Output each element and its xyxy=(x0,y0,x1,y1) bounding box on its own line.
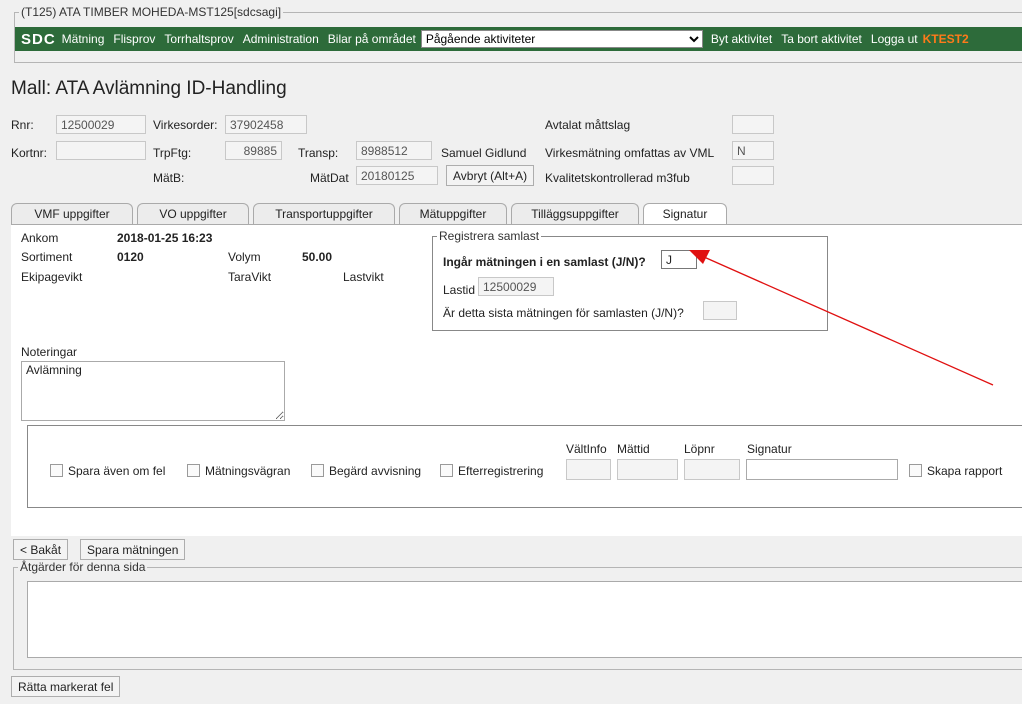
sista-matning-question: Är detta sista mätningen för samlasten (… xyxy=(443,306,684,320)
ankom-label: Ankom xyxy=(21,231,59,245)
tab-signatur[interactable]: Signatur xyxy=(643,203,727,225)
ankom-value: 2018-01-25 16:23 xyxy=(117,231,213,245)
noteringar-label: Noteringar xyxy=(21,345,78,359)
fix-marked-error-button[interactable]: Rätta markerat fel xyxy=(11,676,121,697)
actions-list[interactable] xyxy=(27,581,1022,658)
rnr-label: Rnr: xyxy=(11,118,34,132)
tab-vo-uppgifter[interactable]: VO uppgifter xyxy=(137,203,249,224)
trpftg-label: TrpFtg: xyxy=(153,146,192,160)
checkbox-box xyxy=(440,464,453,477)
vml-label: Virkesmätning omfattas av VML xyxy=(545,146,715,160)
sortiment-label: Sortiment xyxy=(21,250,73,264)
efterregistrering-label: Efterregistrering xyxy=(458,464,544,478)
nav-administration[interactable]: Administration xyxy=(243,32,319,46)
samlast-question: Ingår mätningen i en samlast (J/N)? xyxy=(443,255,646,269)
lastvikt-label: Lastvikt xyxy=(343,270,384,284)
checkbox-box xyxy=(909,464,922,477)
back-button[interactable]: < Bakåt xyxy=(13,539,69,560)
lastid-field[interactable] xyxy=(478,277,554,296)
tab-vmf-uppgifter[interactable]: VMF uppgifter xyxy=(11,203,133,224)
transp-label: Transp: xyxy=(298,146,339,160)
rnr-field[interactable] xyxy=(56,115,146,134)
nav-ta-bort-aktivitet[interactable]: Ta bort aktivitet xyxy=(781,32,862,46)
begard-avvisning-checkbox[interactable]: Begärd avvisning xyxy=(311,464,421,478)
transp-name: Samuel Gidlund xyxy=(441,146,527,160)
matdat-field[interactable] xyxy=(356,166,438,185)
noteringar-textarea[interactable]: Avlämning xyxy=(21,361,285,421)
valtinfo-field[interactable] xyxy=(566,459,611,480)
sortiment-value: 0120 xyxy=(117,250,144,264)
trpftg-field[interactable] xyxy=(225,141,282,160)
env-badge: KTEST2 xyxy=(922,32,969,46)
samlast-answer-field[interactable] xyxy=(661,250,697,269)
tab-transportuppgifter[interactable]: Transportuppgifter xyxy=(253,203,395,224)
nav-bilar-pa-omradet[interactable]: Bilar på området xyxy=(328,32,416,46)
matningsvagran-label: Mätningsvägran xyxy=(205,464,291,478)
kortnr-label: Kortnr: xyxy=(11,146,48,160)
mattid-label: Mättid xyxy=(617,442,650,456)
volym-label: Volym xyxy=(228,250,261,264)
volym-value: 50.00 xyxy=(302,250,333,264)
actions-legend: Åtgärder för denna sida xyxy=(20,560,146,574)
sista-matning-field[interactable] xyxy=(703,301,737,320)
activity-select[interactable]: Pågående aktiviteter xyxy=(420,30,703,48)
virkesorder-label: Virkesorder: xyxy=(153,118,218,132)
nav-byt-aktivitet[interactable]: Byt aktivitet xyxy=(711,32,772,46)
tab-matuppgifter[interactable]: Mätuppgifter xyxy=(399,203,507,224)
virkesorder-field[interactable] xyxy=(225,115,307,134)
skapa-rapport-label: Skapa rapport xyxy=(927,464,1003,478)
nav-torrhaltsprov[interactable]: Torrhaltsprov xyxy=(164,32,233,46)
kvalitet-label: Kvalitetskontrollerad m3fub xyxy=(545,171,690,185)
avtalat-field[interactable] xyxy=(732,115,774,134)
lastid-label: Lastid xyxy=(443,283,476,297)
vml-field[interactable] xyxy=(732,141,774,160)
sdc-logo: SDC xyxy=(21,30,56,48)
matningsvagran-checkbox[interactable]: Mätningsvägran xyxy=(187,464,290,478)
skapa-rapport-checkbox[interactable]: Skapa rapport xyxy=(909,464,1002,478)
checkbox-box xyxy=(187,464,200,477)
lopnr-field[interactable] xyxy=(684,459,740,480)
save-measurement-button[interactable]: Spara mätningen xyxy=(80,539,186,560)
matdat-label: MätDat xyxy=(310,171,349,185)
top-navbar: SDC Mätning Flisprov Torrhaltsprov Admin… xyxy=(15,27,1022,51)
spara-aven-om-fel-checkbox[interactable]: Spara även om fel xyxy=(50,464,165,478)
signatur-label: Signatur xyxy=(747,442,792,456)
mattid-field[interactable] xyxy=(617,459,678,480)
checkbox-box xyxy=(311,464,324,477)
nav-logga-ut[interactable]: Logga ut xyxy=(871,32,918,46)
matb-label: MätB: xyxy=(153,171,185,185)
nav-flisprov[interactable]: Flisprov xyxy=(113,32,155,46)
tab-tillaggsuppgifter[interactable]: Tilläggsuppgifter xyxy=(511,203,639,224)
transp-field[interactable] xyxy=(356,141,432,160)
valtinfo-label: VältInfo xyxy=(566,442,607,456)
kvalitet-field[interactable] xyxy=(732,166,774,185)
kortnr-field[interactable] xyxy=(56,141,146,160)
window-title: (T125) ATA TIMBER MOHEDA-MST125[sdcsagi] xyxy=(21,5,282,19)
nav-matning[interactable]: Mätning xyxy=(62,32,105,46)
samlast-legend: Registrera samlast xyxy=(439,229,540,243)
lopnr-label: Löpnr xyxy=(684,442,715,456)
ekipagevikt-label: Ekipagevikt xyxy=(21,270,83,284)
avtalat-label: Avtalat måttslag xyxy=(545,118,631,132)
efterregistrering-checkbox[interactable]: Efterregistrering xyxy=(440,464,543,478)
taravikt-label: TaraVikt xyxy=(228,270,272,284)
page-title: Mall: ATA Avlämning ID-Handling xyxy=(11,78,287,99)
begard-avvisning-label: Begärd avvisning xyxy=(329,464,422,478)
checkbox-box xyxy=(50,464,63,477)
spara-aven-om-fel-label: Spara även om fel xyxy=(68,464,166,478)
signatur-field[interactable] xyxy=(746,459,898,480)
cancel-button[interactable]: Avbryt (Alt+A) xyxy=(446,165,535,186)
